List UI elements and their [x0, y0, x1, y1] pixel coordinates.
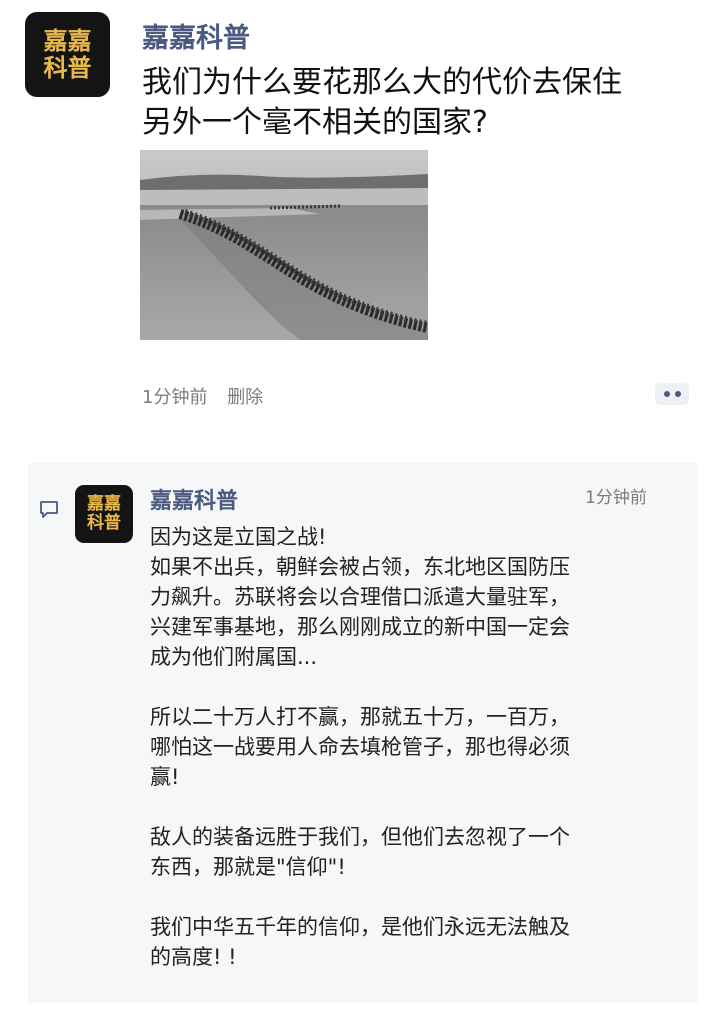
- more-dot: [674, 391, 681, 397]
- post-text-line: 我们为什么要花那么大的代价去保住: [142, 65, 622, 100]
- author-avatar[interactable]: 嘉嘉 科普: [25, 12, 110, 97]
- post-text-line: 另外一个毫不相关的国家?: [142, 105, 488, 140]
- more-dot: [663, 391, 670, 397]
- comment-line: 兴建军事基地，那么刚刚成立的新中国一定会: [150, 615, 570, 639]
- more-icon[interactable]: [655, 383, 689, 405]
- comment-author-name[interactable]: 嘉嘉科普: [150, 483, 238, 515]
- comment-line: 力飙升。苏联将会以合理借口派遣大量驻军，: [150, 585, 570, 609]
- delete-link[interactable]: 删除: [227, 387, 263, 408]
- comment-line: 因为这是立国之战!: [150, 525, 327, 549]
- comment-line: 的高度! !: [150, 945, 237, 969]
- post-time: 1分钟前: [142, 387, 208, 408]
- comment-icon: [40, 501, 58, 518]
- comment-body: 因为这是立国之战! 如果不出兵，朝鲜会被占领，东北地区国防压 力飙升。苏联将会以…: [150, 522, 680, 972]
- post-text: 我们为什么要花那么大的代价去保住 另外一个毫不相关的国家?: [142, 63, 702, 143]
- avatar-text-line1: 嘉嘉: [87, 494, 121, 515]
- comment-time: 1分钟前: [585, 488, 647, 508]
- comment-line: 我们中华五千年的信仰，是他们永远无法触及: [150, 915, 570, 939]
- comment-line: 如果不出兵，朝鲜会被占领，东北地区国防压: [150, 555, 570, 579]
- avatar-text-line2: 科普: [43, 53, 92, 82]
- comment-line: 成为他们附属国...: [150, 645, 318, 669]
- comment-line: 东西，那就是"信仰"!: [150, 855, 346, 879]
- avatar-text-line2: 科普: [87, 513, 121, 533]
- soldiers-crossing-river-image: [140, 150, 428, 340]
- commenter-avatar[interactable]: 嘉嘉 科普: [75, 485, 133, 543]
- avatar-text-line1: 嘉嘉: [43, 27, 92, 56]
- comment-line: 赢!: [150, 765, 180, 789]
- post-author-name[interactable]: 嘉嘉科普: [142, 16, 250, 55]
- comment-line: 敌人的装备远胜于我们，但他们去忽视了一个: [150, 825, 570, 849]
- post-meta: 1分钟前 删除: [142, 383, 277, 409]
- comment-line: 所以二十万人打不赢，那就五十万，一百万，: [150, 705, 570, 729]
- post-photo[interactable]: [140, 150, 428, 340]
- comment-line: 哪怕这一战要用人命去填枪管子，那也得必须: [150, 735, 570, 759]
